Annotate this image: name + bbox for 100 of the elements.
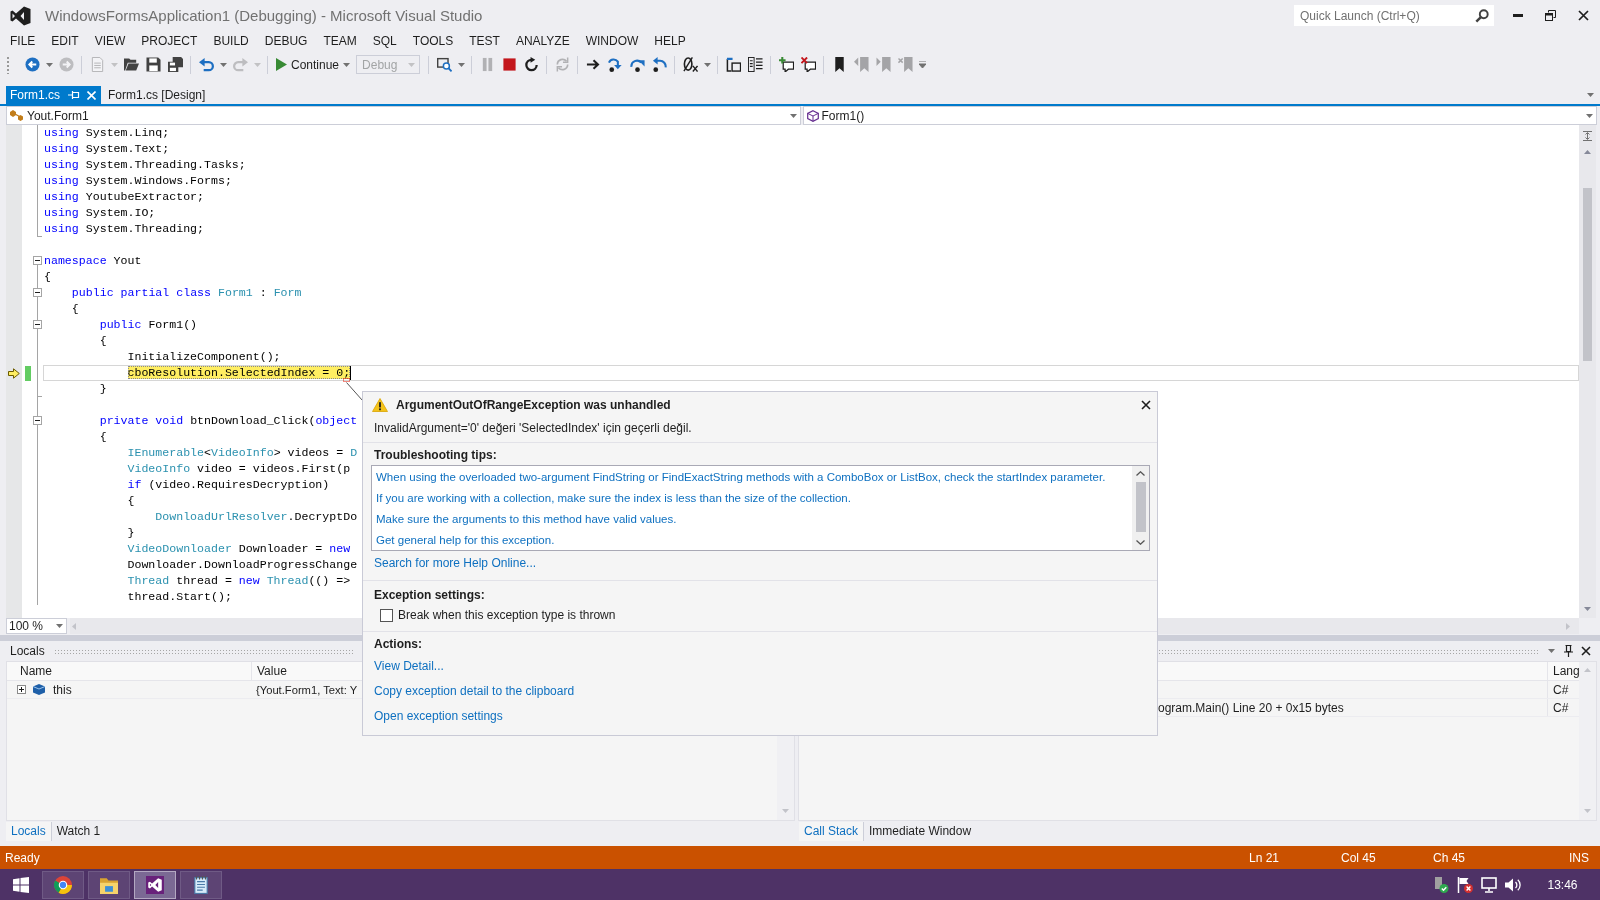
caret-icon[interactable] <box>703 62 711 67</box>
menu-item[interactable]: PROJECT <box>133 34 206 48</box>
scroll-down-icon[interactable] <box>1136 540 1145 545</box>
device-check-icon[interactable] <box>1433 876 1449 893</box>
code-line: VideoInfo video = videos.First(p <box>127 462 351 475</box>
caret-icon[interactable] <box>45 62 53 67</box>
overflow-caret-icon[interactable] <box>918 61 926 68</box>
step-into-icon[interactable] <box>607 57 623 72</box>
speech-bubble-plus-icon[interactable] <box>778 57 794 72</box>
menu-item[interactable]: EDIT <box>43 34 87 48</box>
expand-icon[interactable] <box>17 685 26 694</box>
clock[interactable]: 13:46 <box>1547 877 1578 892</box>
panel-tab[interactable]: Watch 1 <box>50 821 106 841</box>
tip-link[interactable]: Make sure the arguments to this method have valid values. <box>376 512 677 525</box>
save-icon[interactable] <box>145 57 161 72</box>
window-search-icon[interactable] <box>436 57 452 72</box>
panel-tab[interactable]: Immediate Window <box>863 821 977 841</box>
speech-bubble-x-icon[interactable] <box>800 57 816 72</box>
continue-button[interactable]: Continue <box>272 53 353 76</box>
monitor-icon[interactable] <box>1481 876 1497 893</box>
collapse-icon[interactable] <box>33 288 42 297</box>
action-link[interactable]: View Detail... <box>374 658 444 673</box>
folder-icon[interactable] <box>123 57 139 72</box>
column-header[interactable]: Value <box>257 664 287 678</box>
restore-icon[interactable] <box>1545 10 1556 21</box>
menu-item[interactable]: HELP <box>646 34 694 48</box>
toolbar-grip[interactable] <box>6 55 10 74</box>
column-header[interactable]: Name <box>20 664 52 678</box>
pin-icon[interactable] <box>1564 645 1573 657</box>
undo-icon[interactable] <box>198 57 214 72</box>
caret-icon[interactable] <box>457 62 465 67</box>
column-header[interactable]: Lang <box>1553 664 1580 678</box>
close-icon[interactable] <box>1141 399 1151 410</box>
type-dropdown[interactable]: Yout.Form1 <box>6 106 801 125</box>
caret-icon[interactable] <box>789 113 797 118</box>
panel-tab[interactable]: Call Stack <box>799 821 864 841</box>
menu-item[interactable]: TOOLS <box>404 34 462 48</box>
caret-icon[interactable] <box>1586 113 1593 118</box>
help-link[interactable]: Search for more Help Online... <box>374 555 537 570</box>
menu-item[interactable]: TEAM <box>315 34 365 48</box>
tip-link[interactable]: When using the overloaded two-argument FindString or FindExactString methods with a ComboBox or ListBox, check the startIndex parameter. <box>376 470 1106 483</box>
restart-icon[interactable] <box>523 57 539 72</box>
taskbar-button[interactable] <box>88 870 130 899</box>
scrollbar-thumb[interactable] <box>1135 482 1146 532</box>
menu-item[interactable]: BUILD <box>205 34 257 48</box>
checkbox-label[interactable]: Break when this exception type is thrown <box>398 608 616 622</box>
save-all-icon[interactable] <box>167 57 183 72</box>
collapse-icon[interactable] <box>33 416 42 425</box>
menu-item[interactable]: FILE <box>2 34 44 48</box>
menu-item[interactable]: SQL <box>364 34 405 48</box>
step-over-icon[interactable] <box>629 57 645 72</box>
panel-lines-icon[interactable] <box>747 57 763 72</box>
close-icon[interactable] <box>1578 10 1589 21</box>
start-logo-icon[interactable] <box>13 876 29 893</box>
code-line: { <box>99 334 107 347</box>
caret-icon[interactable] <box>1548 649 1555 653</box>
slashed-zero-icon[interactable] <box>682 57 698 72</box>
scroll-down-icon[interactable] <box>1584 607 1591 611</box>
collapse-icon[interactable] <box>33 256 42 265</box>
tip-link[interactable]: Get general help for this exception. <box>376 533 555 546</box>
menu-item[interactable]: WINDOW <box>577 34 647 48</box>
checkbox[interactable] <box>380 608 393 622</box>
member-dropdown[interactable]: Form1() <box>802 106 1597 125</box>
vertical-scrollbar[interactable] <box>1579 125 1596 618</box>
search-icon[interactable] <box>1475 8 1489 23</box>
flag-x-icon[interactable] <box>1457 876 1473 893</box>
document-tab[interactable]: Form1.cs [Design] <box>101 86 213 104</box>
zoom-dropdown[interactable]: 100 % <box>6 618 67 634</box>
scroll-up-icon[interactable] <box>1584 150 1591 154</box>
menu-item[interactable]: DEBUG <box>256 34 316 48</box>
menu-item[interactable]: TEST <box>461 34 508 48</box>
collapse-icon[interactable] <box>33 320 42 329</box>
panel-tab[interactable]: Locals <box>6 821 51 841</box>
minimize-icon[interactable] <box>1512 14 1523 17</box>
speaker-icon[interactable] <box>1505 876 1521 893</box>
action-link[interactable]: Copy exception detail to the clipboard <box>374 683 575 698</box>
back-arrow-icon[interactable] <box>24 57 40 72</box>
caret-icon[interactable] <box>56 624 63 628</box>
scroll-up-icon[interactable] <box>1136 471 1145 476</box>
caret-icon[interactable] <box>343 62 351 67</box>
taskbar-button[interactable] <box>134 870 176 899</box>
close-icon[interactable] <box>1580 646 1591 656</box>
tip-link[interactable]: If you are working with a collection, make sure the index is less than the size of the collection. <box>376 491 851 504</box>
scrollbar-thumb[interactable] <box>1583 188 1592 361</box>
folder-icon <box>100 875 118 894</box>
caret-icon[interactable] <box>1587 93 1594 97</box>
action-link[interactable]: Open exception settings <box>374 708 503 723</box>
list-scrollbar[interactable] <box>1132 466 1149 550</box>
arrow-right-icon[interactable] <box>585 57 601 72</box>
caret-icon[interactable] <box>219 62 227 67</box>
taskbar-button[interactable] <box>180 870 222 899</box>
stop-icon[interactable] <box>501 57 517 72</box>
taskbar-button[interactable] <box>42 870 84 899</box>
quick-launch-field[interactable]: Quick Launch (Ctrl+Q) <box>1294 5 1494 26</box>
menu-item[interactable]: VIEW <box>86 34 134 48</box>
split-handle-icon[interactable] <box>1583 131 1592 141</box>
menu-item[interactable]: ANALYZE <box>507 34 578 48</box>
code-line: { <box>127 494 135 507</box>
step-out-icon[interactable] <box>651 57 667 72</box>
bracket-box-icon[interactable] <box>725 57 741 72</box>
